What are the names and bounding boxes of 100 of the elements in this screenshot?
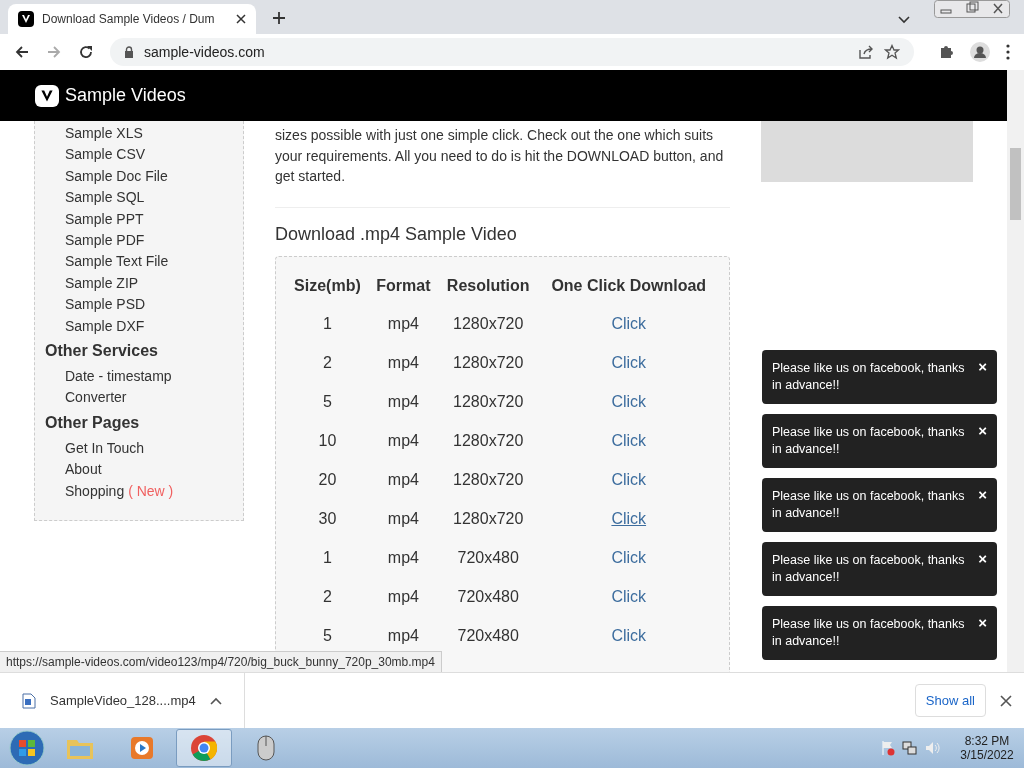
sidebar-link[interactable]: Get In Touch	[65, 437, 145, 460]
table-cell: 2	[322, 588, 332, 605]
column-header: Resolution	[445, 275, 531, 296]
table-cell: 5	[322, 627, 332, 644]
download-link[interactable]: Click	[611, 588, 647, 605]
menu-icon[interactable]	[1006, 44, 1010, 60]
star-icon[interactable]	[884, 44, 900, 60]
new-tab-icon[interactable]	[272, 11, 286, 25]
sidebar-link[interactable]: Sample ZIP	[65, 272, 139, 295]
close-button[interactable]: ×	[978, 424, 987, 438]
clock-date: 3/15/2022	[960, 748, 1014, 762]
address-bar[interactable]: sample-videos.com	[110, 38, 914, 66]
share-icon[interactable]	[858, 44, 874, 60]
taskbar-app[interactable]	[176, 729, 232, 767]
table-cell: 10	[318, 432, 337, 449]
table-cell: 720x480	[457, 627, 519, 644]
toast-message: Please like us on facebook, thanks in advance!!	[772, 552, 966, 586]
table-cell: mp4	[387, 471, 419, 488]
table-cell: mp4	[387, 354, 419, 371]
section-title: Download .mp4 Sample Video	[275, 223, 518, 245]
table-cell: 1	[322, 315, 332, 332]
intro-paragraph: sizes possible with just one simple click. Check out the one which suits your requirements. All you need to do is hit the DOWNLOAD button, and get started.	[275, 126, 725, 186]
sidebar-heading: Other Pages	[45, 413, 140, 432]
column-header: One Click Download	[550, 275, 708, 296]
sidebar-link[interactable]: Sample XLS	[65, 123, 143, 145]
toast-message: Please like us on facebook, thanks in advance!!	[772, 360, 966, 394]
download-filename[interactable]: SampleVideo_128....mp4	[50, 693, 196, 708]
clock[interactable]: 8:32 PM 3/15/2022	[956, 734, 1018, 762]
sidebar-link[interactable]: Sample Text File	[65, 251, 169, 273]
table-cell: mp4	[387, 588, 419, 605]
network-icon[interactable]	[902, 740, 918, 756]
toast-message: Please like us on facebook, thanks in advance!!	[772, 488, 966, 522]
sidebar-link[interactable]: Date - timestamp Converter	[65, 366, 215, 409]
table-cell: 720x480	[457, 549, 519, 566]
close-icon[interactable]	[1000, 694, 1012, 707]
chevron-up-icon[interactable]	[209, 696, 222, 705]
media-player-icon	[129, 735, 155, 761]
sidebar-link[interactable]: Sample Doc File	[65, 165, 168, 188]
status-url: https://sample-videos.com/video123/mp4/720/big_buck_bunny_720p_30mb.mp4	[0, 651, 442, 672]
table-cell: 30	[318, 510, 337, 527]
sidebar-link[interactable]: Sample CSV	[65, 144, 146, 166]
close-button[interactable]: ×	[978, 488, 987, 502]
scrollbar[interactable]	[1007, 70, 1024, 672]
sidebar-link[interactable]: Sample PPT	[65, 208, 144, 231]
table-cell: mp4	[387, 432, 419, 449]
extensions-icon[interactable]	[938, 44, 954, 60]
column-header: Format	[375, 275, 432, 296]
table-cell: 1280x720	[453, 315, 524, 332]
back-icon[interactable]	[14, 44, 30, 60]
chevron-down-icon[interactable]	[898, 16, 910, 24]
show-all-button[interactable]: Show all	[914, 684, 986, 717]
sidebar-heading: Other Services	[45, 342, 158, 361]
table-cell: mp4	[387, 510, 419, 527]
reload-icon[interactable]	[78, 44, 94, 60]
table-cell: 1280x720	[453, 471, 524, 488]
sidebar-link[interactable]: Sample DXF	[65, 315, 145, 338]
download-link[interactable]: Click	[611, 510, 647, 527]
sidebar-link[interactable]: Sample PDF	[65, 230, 145, 252]
flag-icon[interactable]	[880, 740, 896, 756]
download-link[interactable]: Click	[611, 549, 647, 566]
new-label: ( New )	[128, 482, 174, 499]
download-link[interactable]: Click	[611, 432, 647, 449]
close-button[interactable]: ×	[978, 360, 987, 374]
profile-icon[interactable]	[970, 42, 990, 62]
column-header: Size(mb)	[293, 275, 362, 296]
table-cell: mp4	[387, 393, 419, 410]
table-cell: mp4	[387, 627, 419, 644]
sidebar-link[interactable]: Sample SQL	[65, 187, 145, 209]
lock-icon[interactable]	[124, 46, 134, 58]
browser-tab[interactable]: Download Sample Videos / Dum	[8, 4, 256, 34]
site-logo-icon	[35, 84, 59, 107]
table-cell: mp4	[387, 315, 419, 332]
file-icon	[22, 692, 36, 709]
start-button[interactable]	[8, 729, 46, 767]
download-link[interactable]: Click	[611, 393, 647, 410]
table-cell: 20	[318, 471, 337, 488]
table-cell: 720x480	[457, 588, 519, 605]
download-link[interactable]: Click	[611, 471, 647, 488]
site-brand[interactable]: Sample Videos	[65, 85, 186, 106]
table-cell: 5	[322, 393, 332, 410]
sidebar-link[interactable]: Sample PSD	[65, 294, 146, 316]
download-link[interactable]: Click	[611, 315, 647, 332]
table-cell: 1280x720	[453, 510, 524, 527]
window-controls-drawing[interactable]	[934, 0, 1010, 18]
toast-message: Please like us on facebook, thanks in advance!!	[772, 424, 966, 458]
table-cell: 1280x720	[453, 432, 524, 449]
site-logo-icon	[18, 11, 34, 27]
table-cell: 2	[322, 354, 332, 371]
download-link[interactable]: Click	[611, 354, 647, 371]
close-button[interactable]: ×	[978, 552, 987, 566]
toast-message: Please like us on facebook, thanks in advance!!	[772, 616, 966, 650]
sidebar-link[interactable]: About	[65, 459, 102, 481]
table-cell: 1280x720	[453, 393, 524, 410]
close-icon[interactable]	[236, 14, 246, 24]
table-cell: 1	[322, 549, 332, 566]
table-cell: 1280x720	[453, 354, 524, 371]
clock-time: 8:32 PM	[964, 734, 1010, 748]
close-button[interactable]: ×	[978, 616, 987, 630]
download-link[interactable]: Click	[611, 627, 647, 644]
sidebar-link[interactable]: Shopping	[65, 480, 125, 503]
